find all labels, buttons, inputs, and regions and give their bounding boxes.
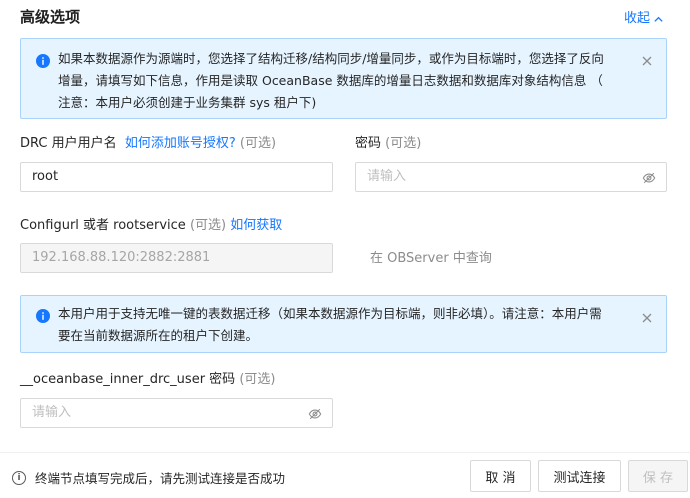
drc-user-label: DRC 用户用户名	[20, 136, 117, 151]
alert-top-text: 如果本数据源作为源端时，您选择了结构迁移/结构同步/增量同步，或作为目标端时，您…	[58, 47, 633, 115]
test-connection-button[interactable]: 测试连接	[538, 460, 621, 492]
alert-top-line: 注意：本用户必须创建于业务集群 sys 租户下)	[58, 95, 317, 110]
info-alert-top: 如果本数据源作为源端时，您选择了结构迁移/结构同步/增量同步，或作为目标端时，您…	[20, 38, 667, 119]
cancel-button[interactable]: 取 消	[470, 460, 531, 492]
password-label: 密码	[355, 136, 382, 151]
observer-query-text: 在 OBServer 中查询	[370, 251, 492, 266]
info-icon	[36, 309, 50, 323]
alert-top-line: 增量，请填写如下信息，作用是读取 OceanBase 数据库的增量日志数据和数据…	[58, 73, 603, 88]
eye-invisible-icon[interactable]	[642, 171, 656, 185]
configurl-label: Configurl 或者 rootservice	[20, 218, 186, 233]
inner-drc-password-placeholder: 请输入	[32, 405, 72, 420]
alert-bottom-text: 本用户用于支持无唯一键的表数据迁移（如果本数据源作为目标端，则非必填）。请注意：…	[58, 302, 633, 348]
configurl-label-row: Configurl 或者 rootservice (可选) 如何获取	[20, 217, 282, 235]
footer-note: i 终端节点填写完成后，请先测试连接是否成功	[12, 468, 285, 487]
info-circle-icon: i	[12, 470, 26, 485]
how-to-get-link[interactable]: 如何获取	[230, 218, 282, 233]
section-title: 高级选项	[20, 8, 81, 26]
alert-bottom-line: 要在当前数据源所在的租户下创建。	[58, 328, 259, 343]
info-icon	[36, 54, 50, 68]
close-icon[interactable]	[640, 311, 654, 325]
add-account-auth-link[interactable]: 如何添加账号授权?	[125, 136, 236, 151]
optional-tag: (可选)	[239, 372, 276, 387]
alert-bottom-line: 本用户用于支持无唯一键的表数据迁移（如果本数据源作为目标端，则非必填）。请注意：…	[58, 306, 602, 321]
inner-drc-password-label-row: __oceanbase_inner_drc_user 密码 (可选)	[20, 371, 275, 389]
inner-drc-password-label: __oceanbase_inner_drc_user 密码	[20, 372, 236, 387]
collapse-label: 收起	[624, 11, 651, 26]
footer-bar: i 终端节点填写完成后，请先测试连接是否成功 取 消 测试连接 保 存	[0, 452, 690, 498]
close-icon[interactable]	[640, 54, 654, 68]
optional-tag: (可选)	[385, 136, 422, 151]
info-alert-bottom: 本用户用于支持无唯一键的表数据迁移（如果本数据源作为目标端，则非必填）。请注意：…	[20, 295, 667, 353]
footer-note-text: 终端节点填写完成后，请先测试连接是否成功	[35, 471, 286, 486]
optional-tag: (可选)	[239, 136, 277, 151]
eye-invisible-icon[interactable]	[308, 407, 322, 421]
save-button[interactable]: 保 存	[628, 460, 688, 492]
password-label-row: 密码 (可选)	[355, 135, 421, 153]
drc-username-input[interactable]: root	[20, 162, 333, 192]
collapse-link[interactable]: 收起	[624, 10, 664, 28]
chevron-up-icon	[654, 16, 663, 22]
configurl-input[interactable]: 192.168.88.120:2882:2881	[20, 243, 333, 273]
alert-top-line: 如果本数据源作为源端时，您选择了结构迁移/结构同步/增量同步，或作为目标端时，您…	[58, 51, 604, 66]
inner-drc-password-input[interactable]: 请输入	[20, 398, 333, 428]
drc-user-label-row: DRC 用户用户名 如何添加账号授权? (可选)	[20, 135, 276, 153]
optional-tag: (可选)	[189, 218, 227, 233]
password-placeholder: 请输入	[367, 169, 407, 184]
password-input[interactable]: 请输入	[355, 162, 667, 192]
